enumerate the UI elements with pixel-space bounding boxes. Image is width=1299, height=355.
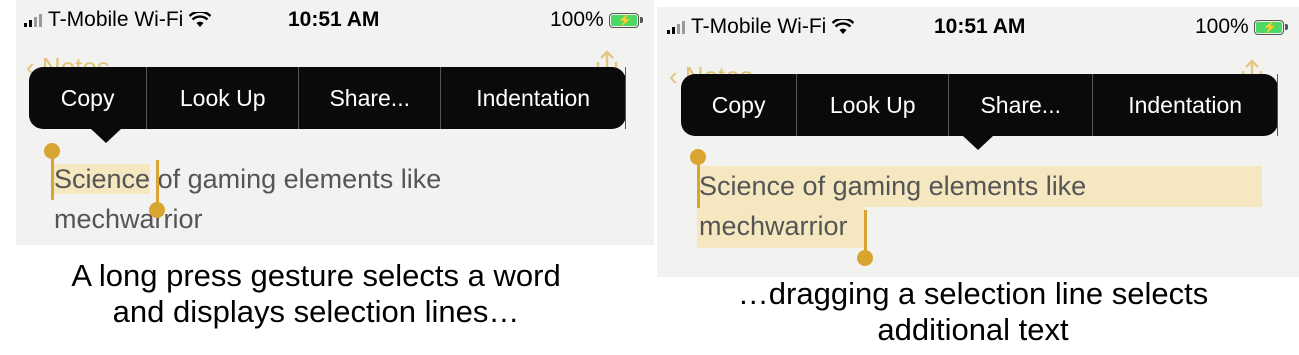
caption-right-line-2: additional text xyxy=(877,312,1069,347)
selection-end-line xyxy=(156,160,159,207)
battery: 100% ⚡ xyxy=(550,8,643,32)
menu-pointer xyxy=(963,136,993,150)
note-line-2: mechwarrior xyxy=(54,204,203,234)
signal-icon xyxy=(667,20,685,34)
menu-indentation[interactable]: Indentation xyxy=(1093,74,1278,136)
menu-copy[interactable]: Copy xyxy=(681,74,798,136)
note-line-1: Science of gaming elements like xyxy=(699,171,1087,201)
selection-start-line xyxy=(51,155,54,200)
screenshot-long-press: T-Mobile Wi-Fi 10:51 AM 100% ⚡ ‹ Notes C… xyxy=(16,0,654,245)
carrier-label: T-Mobile Wi-Fi xyxy=(691,15,827,38)
clock: 10:51 AM xyxy=(288,8,380,31)
menu-pointer xyxy=(91,129,121,143)
note-text[interactable]: Science of gaming elements like mechwarr… xyxy=(54,159,441,239)
note-line-1: Science of gaming elements like xyxy=(54,159,441,199)
wifi-icon xyxy=(832,19,855,35)
menu-look-up[interactable]: Look Up xyxy=(147,67,300,129)
battery-percent: 100% xyxy=(550,8,604,31)
carrier-label: T-Mobile Wi-Fi xyxy=(48,8,184,31)
caption-right: …dragging a selection line selects addit… xyxy=(668,276,1278,348)
edit-menu: Copy Look Up Share... Indentation xyxy=(29,67,626,143)
menu-copy[interactable]: Copy xyxy=(29,67,148,129)
carrier: T-Mobile Wi-Fi xyxy=(667,15,855,39)
caption-right-line-1: …dragging a selection line selects xyxy=(737,276,1209,311)
selection-end-handle[interactable] xyxy=(149,202,165,218)
selected-word: Science xyxy=(54,164,151,194)
edit-menu: Copy Look Up Share... Indentation xyxy=(681,74,1278,150)
note-line-2: mechwarrior xyxy=(699,211,848,241)
selection-start-line xyxy=(697,161,700,208)
signal-icon xyxy=(24,13,42,27)
caption-left-line-1: A long press gesture selects a word xyxy=(71,258,561,293)
clock: 10:51 AM xyxy=(934,15,1026,38)
battery: 100% ⚡ xyxy=(1195,15,1288,39)
wifi-icon xyxy=(189,12,212,28)
menu-indentation[interactable]: Indentation xyxy=(441,67,626,129)
battery-icon: ⚡ xyxy=(1253,19,1288,35)
carrier: T-Mobile Wi-Fi xyxy=(24,8,212,32)
selection-end-handle[interactable] xyxy=(857,250,873,266)
caption-left: A long press gesture selects a word and … xyxy=(16,258,616,330)
caption-left-line-2: and displays selection lines… xyxy=(112,294,520,329)
status-bar: T-Mobile Wi-Fi 10:51 AM 100% ⚡ xyxy=(657,7,1299,47)
screenshot-drag-selection: T-Mobile Wi-Fi 10:51 AM 100% ⚡ ‹ Notes C… xyxy=(657,7,1299,277)
note-line-1-rest: of gaming elements like xyxy=(150,164,442,194)
selection-end-line xyxy=(864,210,867,252)
status-bar: T-Mobile Wi-Fi 10:51 AM 100% ⚡ xyxy=(16,0,654,40)
menu-share[interactable]: Share... xyxy=(949,74,1094,136)
battery-percent: 100% xyxy=(1195,15,1249,38)
menu-look-up[interactable]: Look Up xyxy=(797,74,950,136)
menu-share[interactable]: Share... xyxy=(299,67,442,129)
battery-icon: ⚡ xyxy=(608,12,643,28)
note-text[interactable]: Science of gaming elements like mechwarr… xyxy=(699,166,1086,246)
